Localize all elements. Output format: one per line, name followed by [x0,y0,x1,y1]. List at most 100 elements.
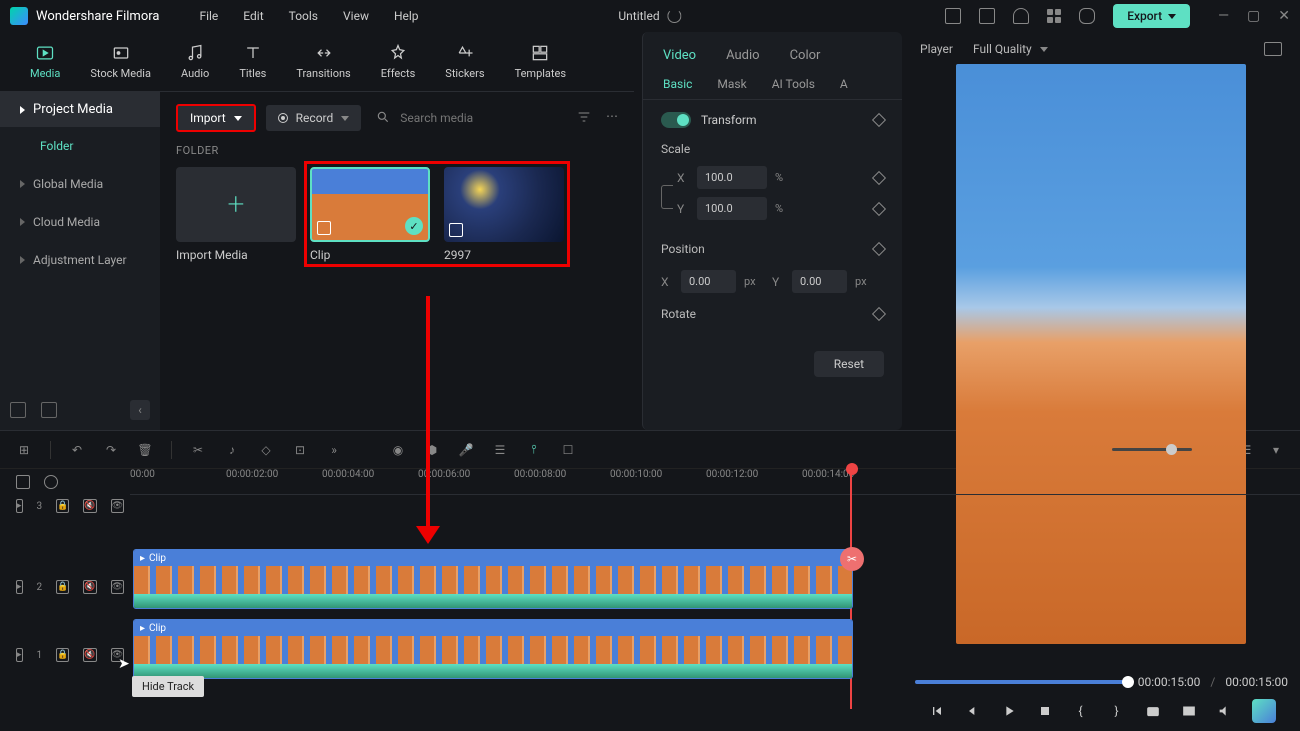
zoom-slider[interactable] [1112,448,1192,451]
lock-icon[interactable]: 🔒 [56,499,69,513]
tab-stock-media[interactable]: Stock Media [90,43,151,80]
video-track-icon[interactable]: ▸ [16,580,23,594]
keyframe-icon[interactable] [872,113,886,127]
mute-icon[interactable]: 🔇 [83,648,96,662]
pos-y-input[interactable] [792,270,847,293]
sidebar-global-media[interactable]: Global Media [0,165,160,203]
menu-edit[interactable]: Edit [243,9,263,23]
record-button[interactable]: Record [266,105,362,131]
marker-icon[interactable]: ◇ [258,442,274,458]
list-icon[interactable]: ☰ [492,442,508,458]
maximize-button[interactable]: ▢ [1247,8,1260,24]
color-wheel-icon[interactable]: ◉ [390,442,406,458]
track-settings-icon[interactable]: ▾ [1268,442,1284,458]
import-button[interactable]: Import [176,104,256,132]
mute-icon[interactable]: 🔇 [83,499,96,513]
timeline-clip-track1[interactable]: ▸Clip [133,619,853,679]
scale-y-input[interactable] [697,197,767,220]
more-tools-icon[interactable]: » [326,442,342,458]
subtitle-icon[interactable]: ☐ [560,442,576,458]
folder-add-icon[interactable] [10,402,26,418]
grid-view-icon[interactable]: ⊞ [16,442,32,458]
minimize-button[interactable]: — [1218,8,1229,24]
tab-templates[interactable]: Templates [515,43,566,80]
import-media-tile[interactable]: + Import Media [176,167,296,262]
redo-icon[interactable]: ↷ [103,442,119,458]
tab-audio[interactable]: Audio [181,43,209,80]
filter-icon[interactable] [576,109,592,128]
snapshot-icon[interactable] [1264,42,1282,56]
lock-icon[interactable]: 🔒 [56,648,69,662]
undo-icon[interactable]: ↶ [69,442,85,458]
collapse-sidebar-button[interactable]: ‹ [130,400,150,420]
magnet-icon[interactable]: ⫯ [526,442,542,458]
media-item-2997[interactable]: 2997 [444,167,564,262]
close-button[interactable]: ✕ [1278,8,1290,24]
project-media-item[interactable]: Project Media [0,92,160,127]
playhead-handle[interactable] [846,463,858,475]
cloud-icon[interactable] [1013,8,1029,24]
link-icon[interactable] [661,185,673,209]
tracks-area[interactable]: 00:0000:00:02:0000:00:04:0000:00:06:0000… [130,469,1300,719]
tab-media[interactable]: Media [30,43,60,80]
video-track-icon[interactable]: ▸ [16,648,23,662]
ruler-tick: 00:00:08:00 [514,469,566,480]
search-input[interactable] [400,111,566,125]
keyframe-icon[interactable] [872,170,886,184]
main-row: Media Stock Media Audio Titles Transitio… [0,32,1300,430]
lock-icon[interactable]: 🔒 [56,580,69,594]
keyframe-icon[interactable] [872,307,886,321]
reset-button[interactable]: Reset [814,351,884,377]
music-icon[interactable]: ♪ [224,442,240,458]
transform-toggle[interactable] [661,112,691,128]
keyframe-icon[interactable] [872,242,886,256]
media-item-clip[interactable]: ✓ Clip [310,167,430,262]
timeline-ruler[interactable]: 00:0000:00:02:0000:00:04:0000:00:06:0000… [130,469,1300,495]
cut-marker[interactable]: ✂ [840,547,864,571]
timeline-clip-track2[interactable]: ▸Clip [133,549,853,609]
gutter-icon-1[interactable] [16,475,30,489]
cut-icon[interactable]: ✂ [190,442,206,458]
gutter-icon-2[interactable] [44,475,58,489]
props-tab-mask[interactable]: Mask [717,69,746,99]
screen-icon[interactable] [945,8,961,24]
props-tab-basic[interactable]: Basic [663,69,692,99]
props-tab-color[interactable]: Color [790,42,821,69]
delete-icon[interactable]: 🗑 [137,442,153,458]
visibility-icon[interactable]: 👁 [111,580,124,594]
refresh-icon[interactable] [668,9,682,23]
more-icon[interactable]: ⋯ [606,109,618,128]
tab-titles[interactable]: Titles [239,43,266,80]
menu-view[interactable]: View [343,9,369,23]
keyframe-icon[interactable] [872,201,886,215]
tab-transitions[interactable]: Transitions [296,43,350,80]
track-number: 2 [37,582,43,593]
visibility-icon[interactable]: 👁 [111,499,124,513]
crop-icon[interactable]: ⊡ [292,442,308,458]
tab-stickers[interactable]: Stickers [445,43,484,80]
folder-link[interactable]: Folder [0,127,160,165]
scale-x-input[interactable] [697,166,767,189]
apps-icon[interactable] [1047,9,1061,23]
props-tab-more[interactable]: A [840,69,848,99]
video-track-icon[interactable]: ▸ [16,499,23,513]
export-button[interactable]: Export [1113,4,1190,28]
ruler-tick: 00:00:04:00 [322,469,374,480]
mic-icon[interactable] [1079,8,1095,24]
props-tab-video[interactable]: Video [663,42,696,69]
folder-icon[interactable] [41,402,57,418]
menu-file[interactable]: File [199,9,218,23]
sidebar-adjustment-layer[interactable]: Adjustment Layer [0,241,160,279]
save-icon[interactable] [979,8,995,24]
menu-tools[interactable]: Tools [289,9,318,23]
props-tab-ai-tools[interactable]: AI Tools [772,69,815,99]
props-tab-audio[interactable]: Audio [726,42,759,69]
sidebar-cloud-media[interactable]: Cloud Media [0,203,160,241]
play-icon: ▸ [140,553,145,564]
quality-selector[interactable]: Full Quality [973,42,1048,56]
mute-icon[interactable]: 🔇 [83,580,96,594]
voiceover-icon[interactable]: 🎤 [458,442,474,458]
pos-x-input[interactable] [681,270,736,293]
menu-help[interactable]: Help [394,9,419,23]
tab-effects[interactable]: Effects [381,43,416,80]
